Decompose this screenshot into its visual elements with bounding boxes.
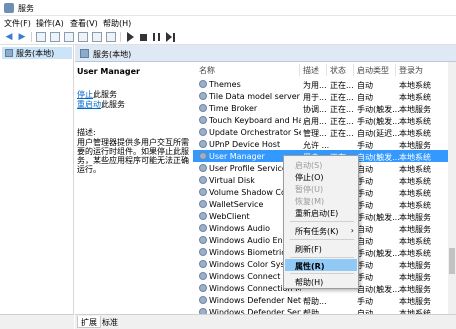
restart-service-icon[interactable] [166, 32, 172, 42]
service-gear-icon [199, 296, 207, 304]
restart-service-link[interactable]: 重启动 [77, 99, 101, 110]
service-gear-icon [199, 212, 207, 220]
start-service-icon[interactable] [127, 32, 134, 42]
description-pane: User Manager 停止 此服务 重启动 此服务 描述: 用户管理器提供多… [75, 62, 191, 314]
description-text: 用户管理器提供多用户交互所需要的运行时组件。如果停止此服务，某些应用程序可能无法… [77, 138, 189, 174]
column-header-name[interactable]: 名称 [199, 65, 215, 76]
service-gear-icon [199, 248, 207, 256]
title-bar: 服务 [0, 0, 456, 16]
properties-icon[interactable] [50, 32, 60, 42]
pane-header-label: 服务(本地) [93, 50, 132, 59]
service-gear-icon [199, 92, 207, 100]
back-arrow-icon[interactable]: ◀ [4, 32, 14, 42]
pane-header: 服务(本地) [75, 45, 456, 62]
ctx-restart-label: 重新启动(E) [295, 209, 339, 218]
table-row[interactable]: Themes 为用... 正在... 自动 本地系统 [193, 78, 456, 90]
services-app-icon [4, 3, 14, 13]
ctx-refresh-label: 刷新(F) [295, 245, 322, 254]
cell-name: Themes [209, 80, 241, 89]
ctx-help[interactable]: 帮助(H) [285, 275, 357, 287]
ctx-all-tasks[interactable]: 所有任务(K) › [285, 224, 357, 236]
cell-name: Update Orchestrator Ser... [209, 128, 301, 137]
refresh-icon[interactable] [64, 32, 74, 42]
service-gear-icon [199, 260, 207, 268]
ctx-restart[interactable]: 重新启动(E) [285, 206, 357, 218]
service-gear-icon [199, 116, 207, 124]
menu-action[interactable]: 操作(A) [36, 18, 64, 29]
service-gear-icon [199, 104, 207, 112]
services-icon [80, 49, 89, 58]
services-icon [5, 49, 13, 57]
ctx-help-label: 帮助(H) [295, 278, 324, 287]
cell-name: Tile Data model server [209, 92, 300, 101]
cell-name: Time Broker [209, 104, 258, 113]
vertical-scrollbar[interactable] [448, 62, 456, 314]
service-gear-icon [199, 128, 207, 136]
menu-help[interactable]: 帮助(H) [103, 18, 131, 29]
tree-item-label: 服务(本地) [16, 49, 55, 58]
bottom-tabs: 扩展 标准 [75, 314, 456, 329]
ctx-stop[interactable]: 停止(O) [285, 170, 357, 182]
tree-pane: 服务(本地) [0, 45, 74, 329]
console-icon[interactable] [106, 32, 116, 42]
menu-file[interactable]: 文件(F) [4, 18, 31, 29]
ctx-pause[interactable]: 暂停(U) [285, 182, 357, 194]
table-row[interactable]: Update Orchestrator Ser...管理...正在...自动(延… [193, 126, 456, 138]
tree-item-services-local[interactable]: 服务(本地) [2, 47, 72, 59]
table-row[interactable]: Windows Defender Netw...帮助...手动本地服务 [193, 294, 456, 306]
cell-name: UPnP Device Host [209, 140, 281, 149]
restart-link-suffix: 此服务 [101, 100, 125, 109]
pause-service-icon[interactable] [153, 33, 160, 41]
column-header-logon-as[interactable]: 登录为 [399, 65, 423, 76]
service-gear-icon [199, 224, 207, 232]
service-gear-icon [199, 140, 207, 148]
column-header-startup-type[interactable]: 启动类型 [357, 65, 389, 76]
tab-extended[interactable]: 扩展 [77, 316, 101, 328]
ctx-properties[interactable]: 属性(R) [285, 259, 357, 271]
description-label: 描述: [77, 128, 96, 137]
table-row[interactable]: Touch Keyboard and Han...启用...正在...手动(触发… [193, 114, 456, 126]
column-header-status[interactable]: 状态 [330, 65, 346, 76]
cell-name: Windows Defender Netw... [209, 296, 301, 305]
service-gear-icon [199, 272, 207, 280]
show-tree-icon[interactable] [36, 32, 46, 42]
status-bar-left [0, 314, 74, 329]
toolbar: ◀ ▶ [0, 29, 456, 45]
service-gear-icon [199, 284, 207, 292]
cell-name: Touch Keyboard and Han... [209, 116, 301, 125]
service-gear-icon [199, 164, 207, 172]
column-header-description[interactable]: 描述 [303, 65, 319, 76]
ctx-properties-label: 属性(R) [295, 262, 325, 271]
service-gear-icon [199, 188, 207, 196]
ctx-resume[interactable]: 恢复(M) [285, 194, 357, 206]
service-gear-icon [199, 236, 207, 244]
table-row[interactable]: UPnP Device Host 允许 ... 手动 本地服务 [193, 138, 456, 150]
service-gear-icon [199, 80, 207, 88]
menu-view[interactable]: 查看(V) [70, 18, 98, 29]
submenu-arrow-icon: › [350, 226, 354, 235]
service-gear-icon [199, 200, 207, 208]
window-title: 服务 [18, 4, 34, 13]
ctx-start[interactable]: 启动(S) [285, 158, 357, 170]
table-row[interactable]: Windows Defender Service帮助...自动本地系统 [193, 306, 456, 314]
ctx-all-tasks-label: 所有任务(K) [295, 227, 339, 236]
help-icon[interactable] [92, 32, 102, 42]
menu-bar: 文件(F) 操作(A) 查看(V) 帮助(H) [0, 16, 456, 29]
service-title: User Manager [77, 67, 140, 76]
table-row[interactable]: Time Broker 协调... 正在... 手动(触发... 本地服务 [193, 102, 456, 114]
service-gear-icon [199, 152, 207, 160]
scrollbar-thumb[interactable] [449, 248, 455, 274]
restart-service-bar-icon [173, 33, 175, 42]
stop-service-icon[interactable] [140, 34, 147, 41]
context-menu: 启动(S) 停止(O) 暂停(U) 恢复(M) 重新启动(E) 所有任务(K) ›… [283, 155, 359, 289]
service-gear-icon [199, 176, 207, 184]
table-row[interactable]: Tile Data model server 用于... 正在... 自动 本地系统 [193, 90, 456, 102]
export-list-icon[interactable] [78, 32, 88, 42]
ctx-refresh[interactable]: 刷新(F) [285, 242, 357, 254]
forward-arrow-icon[interactable]: ▶ [17, 32, 27, 42]
tab-standard[interactable]: 标准 [99, 316, 121, 328]
